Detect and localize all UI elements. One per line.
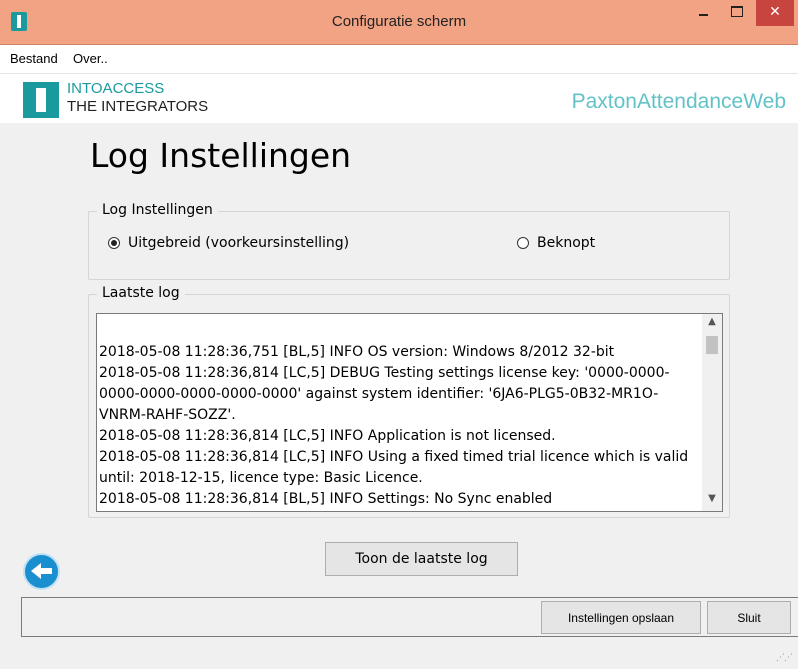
- radio-uitgebreid-label: Uitgebreid (voorkeursinstelling): [128, 235, 350, 251]
- show-last-log-button[interactable]: Toon de laatste log: [325, 542, 518, 576]
- log-line: 2018-05-08 11:28:36,814 [LC,5] INFO Usin…: [99, 449, 689, 486]
- close-window-button[interactable]: ✕: [756, 0, 794, 26]
- minimize-icon: [699, 14, 708, 16]
- radio-beknopt[interactable]: Beknopt: [517, 235, 595, 251]
- resize-grip-icon[interactable]: ⋰⋰: [776, 653, 793, 663]
- log-line: 2018-05-08 11:28:36,814 [LC,5] INFO Appl…: [99, 428, 556, 444]
- maximize-icon: [731, 6, 743, 17]
- logo-text-line2: THE INTEGRATORS: [67, 98, 209, 115]
- product-name: PaxtonAttendanceWeb: [571, 90, 786, 113]
- scroll-thumb[interactable]: [706, 336, 718, 354]
- log-textarea[interactable]: 2018-05-08 11:28:36,751 [BL,5] INFO OS v…: [96, 313, 723, 512]
- status-strip: ⋰⋰: [0, 637, 798, 669]
- log-settings-legend: Log Instellingen: [97, 202, 218, 218]
- back-arrow-tail: [40, 568, 52, 574]
- close-icon: ✕: [769, 4, 781, 20]
- radio-beknopt-circle[interactable]: [517, 237, 529, 249]
- title-bar: Configuratie scherm ✕: [0, 0, 798, 45]
- log-line: 2018-05-08 11:28:36,814 [BL,5] INFO Sett…: [99, 491, 553, 507]
- page-title: Log Instellingen: [90, 136, 352, 175]
- scroll-down-icon[interactable]: ▼: [702, 493, 722, 509]
- radio-beknopt-label: Beknopt: [537, 235, 596, 251]
- scroll-up-icon[interactable]: ▲: [702, 316, 722, 332]
- radio-uitgebreid-circle[interactable]: [108, 237, 120, 249]
- logo-text-line1: INTOACCESS: [67, 80, 165, 97]
- back-button[interactable]: [23, 553, 60, 590]
- log-line: 2018-05-08 11:28:36,751 [BL,5] INFO OS v…: [99, 344, 615, 360]
- window-title: Configuratie scherm: [331, 13, 467, 30]
- minimize-button[interactable]: [690, 0, 716, 26]
- close-button[interactable]: Sluit: [707, 601, 791, 634]
- last-log-legend: Laatste log: [97, 285, 185, 301]
- save-settings-button[interactable]: Instellingen opslaan: [541, 601, 701, 634]
- radio-uitgebreid[interactable]: Uitgebreid (voorkeursinstelling): [108, 235, 349, 251]
- log-line: 2018-05-08 11:28:36,814 [LC,5] DEBUG Tes…: [99, 365, 670, 423]
- intoaccess-logo: [23, 82, 59, 118]
- menu-bestand[interactable]: Bestand: [10, 51, 58, 66]
- menu-over[interactable]: Over..: [73, 51, 108, 66]
- log-settings-group: Log Instellingen Uitgebreid (voorkeursin…: [88, 202, 730, 280]
- maximize-button[interactable]: [724, 0, 750, 26]
- log-scrollbar[interactable]: ▲ ▼: [702, 314, 722, 511]
- menu-bar: Bestand Over..: [0, 45, 798, 74]
- log-content: 2018-05-08 11:28:36,751 [BL,5] INFO OS v…: [99, 342, 699, 510]
